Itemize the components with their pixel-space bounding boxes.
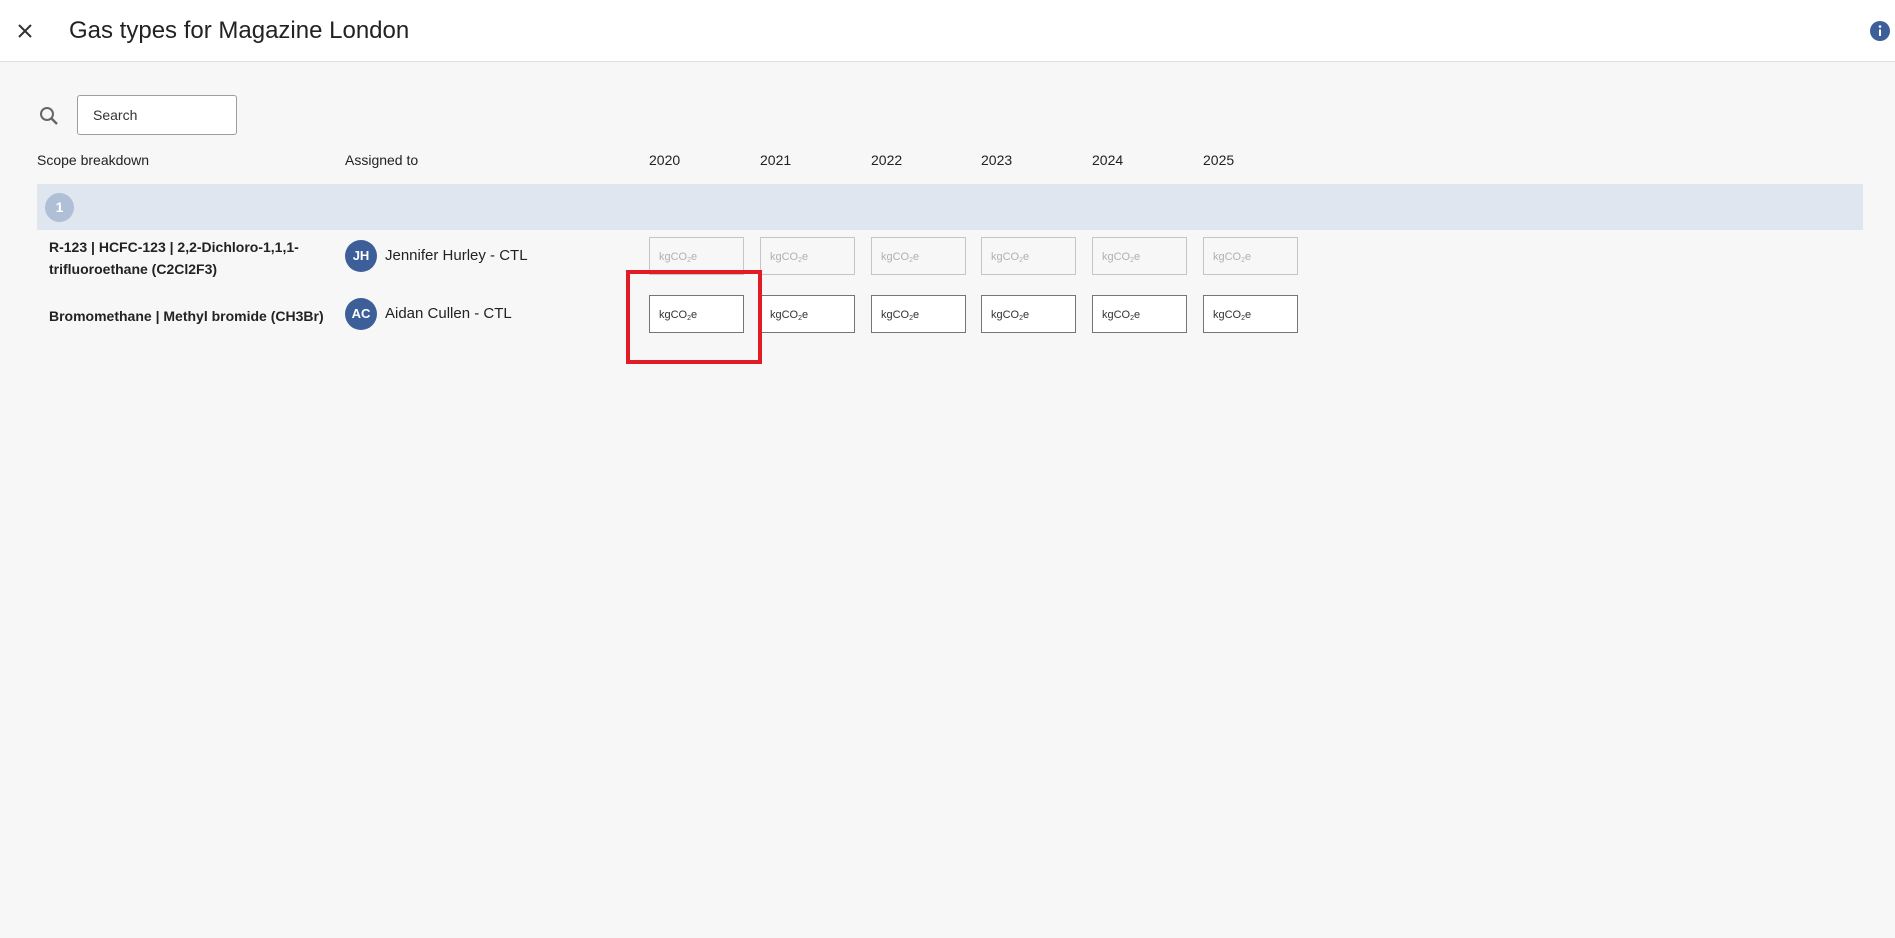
emission-input-2024: kgCO2e [1092,237,1187,275]
page-header: Gas types for Magazine London [0,0,1895,62]
avatar: JH [345,240,377,272]
gas-type-label: Bromomethane | Methyl bromide (CH3Br) [49,305,329,327]
search-input[interactable] [77,95,237,135]
assignee-name: Jennifer Hurley - CTL [385,247,528,264]
column-header-2024: 2024 [1092,152,1124,168]
emission-input-2022: kgCO2e [871,237,966,275]
emission-input-2023: kgCO2e [981,237,1076,275]
emission-input-2021: kgCO2e [760,237,855,275]
gas-type-label-line: trifluoroethane (C2Cl2F3) [49,261,218,277]
column-header-assigned: Assigned to [345,152,419,168]
close-icon[interactable] [13,19,37,43]
emission-input-2025: kgCO2e [1203,237,1298,275]
page-title: Gas types for Magazine London [69,17,410,44]
column-header-2020: 2020 [649,152,681,168]
scope-group-row[interactable]: 1 [37,184,1863,230]
column-header-2021: 2021 [760,152,792,168]
info-icon[interactable] [1870,21,1890,41]
highlight-box [626,270,762,364]
emission-input-2025[interactable]: kgCO2e [1203,295,1298,333]
emission-input-2023[interactable]: kgCO2e [981,295,1076,333]
gas-type-label-line: R-123 | HCFC-123 | 2,2-Dichloro-1,1,1- [49,239,299,255]
emission-input-2021[interactable]: kgCO2e [760,295,855,333]
search-icon [37,104,61,128]
avatar: AC [345,298,377,330]
scope-group-badge: 1 [45,193,74,222]
emission-input-2022[interactable]: kgCO2e [871,295,966,333]
assignee-name: Aidan Cullen - CTL [385,305,512,322]
column-header-scope: Scope breakdown [37,152,150,168]
gas-type-label-line: Bromomethane | Methyl bromide (CH3Br) [49,308,324,324]
emission-input-2024[interactable]: kgCO2e [1092,295,1187,333]
column-header-2022: 2022 [871,152,903,168]
gas-type-label: R-123 | HCFC-123 | 2,2-Dichloro-1,1,1- t… [49,236,329,280]
column-header-2023: 2023 [981,152,1013,168]
column-header-2025: 2025 [1203,152,1235,168]
